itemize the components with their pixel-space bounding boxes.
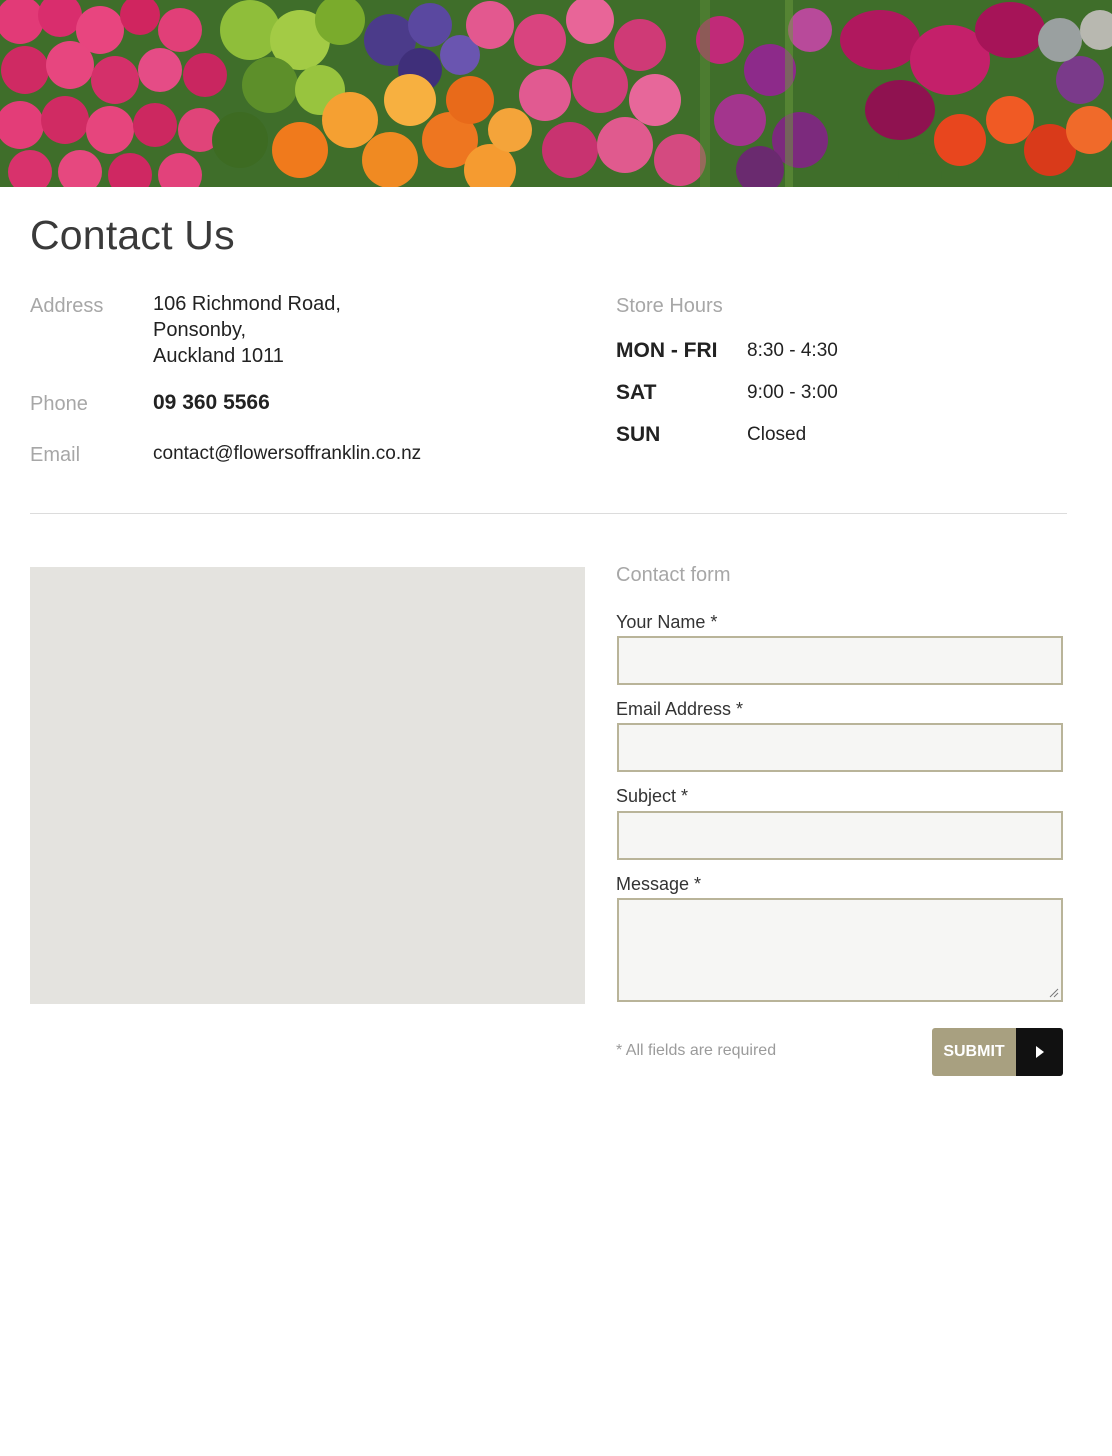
address-label: Address: [30, 295, 104, 317]
subject-input[interactable]: [617, 811, 1063, 860]
email-field-label: Email Address *: [616, 699, 744, 719]
hero-banner: [0, 0, 1112, 187]
contact-form-title: Contact form: [616, 564, 731, 586]
address-line-2: Ponsonby,: [153, 319, 247, 341]
page-title: Contact Us: [30, 212, 235, 258]
hours-time-sun: Closed: [747, 424, 807, 445]
flower-banner-image: [0, 0, 1112, 187]
required-fields-note: * All fields are required: [616, 1042, 777, 1059]
address-value: 106 Richmond Road, Ponsonby, Auckland 10…: [153, 291, 341, 369]
email-link[interactable]: contact@flowersoffranklin.co.nz: [153, 441, 421, 467]
message-textarea[interactable]: [617, 898, 1063, 1002]
hours-day-sun: SUN: [616, 423, 661, 446]
name-input[interactable]: [617, 636, 1063, 685]
map-placeholder[interactable]: [30, 567, 585, 1004]
message-field-label: Message *: [616, 874, 702, 894]
submit-label: SUBMIT: [932, 1028, 1016, 1076]
hours-time-sat: 9:00 - 3:00: [747, 382, 838, 403]
phone-label: Phone: [30, 393, 88, 415]
email-input[interactable]: [617, 723, 1063, 772]
play-arrow-icon: [1016, 1028, 1063, 1076]
subject-field-label: Subject *: [616, 786, 689, 806]
hours-time-mon-fri: 8:30 - 4:30: [747, 340, 838, 361]
name-field-label: Your Name *: [616, 612, 718, 632]
address-line-3: Auckland 1011: [153, 345, 284, 367]
address-line-1: 106 Richmond Road,: [153, 293, 341, 315]
hours-day-sat: SAT: [616, 381, 657, 404]
submit-button[interactable]: SUBMIT: [932, 1028, 1063, 1076]
phone-value[interactable]: 09 360 5566: [153, 390, 270, 416]
resize-handle-icon[interactable]: [1049, 988, 1059, 998]
hours-day-mon-fri: MON - FRI: [616, 339, 718, 362]
section-divider: [30, 513, 1067, 514]
email-label: Email: [30, 444, 81, 466]
store-hours-title: Store Hours: [616, 295, 723, 317]
